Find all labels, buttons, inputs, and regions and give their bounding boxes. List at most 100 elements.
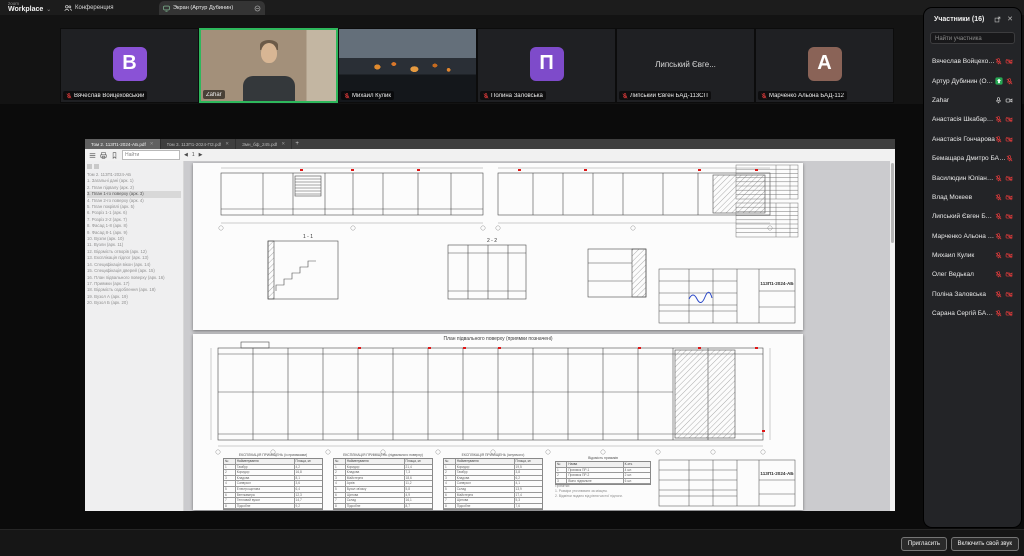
annotation-marker: [498, 347, 501, 349]
outline-item[interactable]: 20. Вузол Б (арк. 20): [87, 300, 181, 306]
pdf-tab[interactable]: Том 3. 113П1-2024-ПЗ.pdf✕: [161, 139, 237, 149]
zoom-brand-menu[interactable]: zoom Workplace ⌄: [8, 1, 51, 14]
participant-row[interactable]: Марченко Альона БАД-112: [924, 227, 1021, 246]
chevron-down-icon: ⌄: [46, 6, 51, 14]
annotation-marker: [584, 169, 587, 171]
annotation-marker: [428, 347, 431, 349]
participant-row[interactable]: Анастасія Гончарова: [924, 130, 1021, 149]
mic-muted-icon: [995, 175, 1002, 182]
annotation-marker: [417, 169, 420, 171]
zoom-topbar: zoom Workplace ⌄ Конференция Экран (Арту…: [0, 0, 1024, 15]
table-title: ЕКСПЛІКАЦІЯ ПРИМІЩЕНЬ (підвального повер…: [333, 453, 433, 458]
mic-muted-icon: [344, 93, 350, 99]
participant-name: Вячеслав Войцеховський (Я): [932, 58, 995, 65]
print-icon[interactable]: [100, 152, 107, 159]
video-tile-lypskyi[interactable]: Липський Євге... Липський Євген БАД-113С…: [616, 28, 755, 103]
participant-search-input[interactable]: Найти участника: [930, 32, 1015, 44]
mic-muted-icon: [1006, 155, 1013, 162]
participant-name: Поліна Заловська: [932, 291, 995, 298]
participant-row[interactable]: Липський Євген БАД-113СП: [924, 207, 1021, 226]
find-input[interactable]: Найти: [122, 150, 180, 160]
tile-name-label: Марченко Альона БАД-112: [769, 93, 844, 99]
participant-name: Олег Ведькал: [932, 271, 995, 278]
tile-name-label: Вячеслав Войцеховський: [74, 93, 144, 99]
participants-title: Участники (16): [934, 16, 984, 23]
floor-plan-drawing-1: 1 - 1 2 - 2 113П1-2024-АБ: [193, 163, 803, 330]
video-tile-marchenko[interactable]: А Марченко Альона БАД-112: [755, 28, 894, 103]
outline-panel: Том 2. 113П1-2024-АБ1. Загальні дані (ар…: [85, 161, 184, 511]
section-label-2: 2 - 2: [487, 238, 497, 244]
participant-row[interactable]: Бемащара Дмитро БАД-114сп: [924, 149, 1021, 168]
mic-muted-icon: [995, 194, 1002, 201]
participants-panel: Участники (16) ✕ Найти участника Вячесла…: [924, 8, 1021, 527]
mic-muted-icon: [995, 213, 1002, 220]
unmute-button[interactable]: Включить свой звук: [951, 537, 1020, 551]
next-page-button[interactable]: ▶: [199, 152, 203, 158]
participant-row[interactable]: Влад Мокеев: [924, 188, 1021, 207]
invite-button[interactable]: Пригласить: [901, 537, 947, 551]
video-tile-kulik[interactable]: Михаил Кулик: [338, 28, 477, 103]
video-tile-zalovska[interactable]: П Полина Заловська: [477, 28, 616, 103]
participant-row[interactable]: Олег Ведькал: [924, 265, 1021, 284]
annotation-marker: [463, 347, 466, 349]
participant-list: Вячеслав Войцеховський (Я) Артур Дубинин …: [924, 52, 1021, 523]
annotation-marker: [698, 347, 701, 349]
participant-row[interactable]: Михаил Кулик: [924, 246, 1021, 265]
annotation-marker: [755, 169, 758, 171]
pdf-canvas[interactable]: 1 - 1 2 - 2 113П1-2024-АБ План підвально…: [185, 161, 895, 511]
participant-name: Бемащара Дмитро БАД-114сп: [932, 155, 1006, 162]
new-tab-button[interactable]: +: [292, 139, 302, 149]
participant-row[interactable]: Артур Дубинин (Организатор): [924, 71, 1021, 90]
minus-circle-icon[interactable]: [254, 5, 261, 12]
participant-row[interactable]: Zahar: [924, 91, 1021, 110]
pdf-tab-bar: Том 2. 113П1-2024-АБ.pdf✕ Том 3. 113П1-2…: [85, 139, 895, 149]
people-icon: [64, 4, 72, 12]
prev-page-button[interactable]: ◀: [184, 152, 188, 158]
mic-muted-icon: [1006, 78, 1013, 85]
bookmark-icon[interactable]: [111, 152, 118, 159]
participant-row[interactable]: Сарана Сергій БАД-114: [924, 304, 1021, 323]
participant-name: Артур Дубинин (Организатор): [932, 78, 995, 85]
close-icon[interactable]: ✕: [281, 141, 285, 147]
shared-screen-pdf-window: Том 2. 113П1-2024-АБ.pdf✕ Том 3. 113П1-2…: [85, 139, 895, 511]
thumbnails-icon[interactable]: [87, 164, 92, 169]
annotation-marker: [638, 347, 641, 349]
close-icon[interactable]: ✕: [225, 141, 229, 147]
aux-table: Відомість приямків№НазваК-сть1Приямок ПР…: [555, 456, 651, 485]
pdf-tab[interactable]: Змн_бф_245.pdf ✕: [236, 139, 292, 149]
camera-off-icon: [1005, 136, 1013, 143]
annotation-marker: [518, 169, 521, 171]
mic-icon: [995, 97, 1002, 104]
tab-conference[interactable]: Конференция: [64, 0, 113, 15]
camera-off-icon: [1005, 58, 1013, 65]
scrollbar-thumb[interactable]: [891, 163, 894, 243]
participant-row[interactable]: Вячеслав Войцеховський (Я): [924, 52, 1021, 71]
participant-row[interactable]: Поліна Заловська: [924, 285, 1021, 304]
bookmarks-icon[interactable]: [94, 164, 99, 169]
sidebar-toggle-icon[interactable]: [89, 152, 96, 159]
mic-muted-icon: [995, 233, 1002, 240]
video-filmstrip: В Вячеслав Войцеховський Zahar Михаил Ку…: [0, 15, 1024, 104]
participant-name: Влад Мокеев: [932, 194, 995, 201]
mic-muted-icon: [995, 58, 1002, 65]
section-label-1: 1 - 1: [303, 234, 313, 240]
mic-muted-icon: [66, 93, 72, 99]
mic-muted-icon: [995, 271, 1002, 278]
scrollbar[interactable]: [890, 161, 895, 511]
close-icon[interactable]: ✕: [1007, 16, 1013, 24]
screen-share-icon: [995, 77, 1003, 85]
close-icon[interactable]: ✕: [150, 141, 154, 147]
pdf-tab-label: Змн_бф_245.pdf: [242, 142, 277, 147]
participant-row[interactable]: Анастасія Шкабарня БАД-114: [924, 110, 1021, 129]
video-tile-zahar[interactable]: Zahar: [199, 28, 338, 103]
tab-screen-share[interactable]: Экран (Артур Дубинин): [159, 1, 265, 15]
page-number[interactable]: 1: [192, 152, 195, 158]
explication-table-3: ЕКСПЛІКАЦІЯ ПРИМІЩЕНЬ (існуючого)№Наймен…: [443, 453, 543, 510]
pop-out-icon[interactable]: [994, 16, 1001, 23]
video-tile-voitsekhovskyi[interactable]: В Вячеслав Войцеховський: [60, 28, 199, 103]
pdf-tab[interactable]: Том 2. 113П1-2024-АБ.pdf✕: [85, 139, 161, 149]
annotation-marker: [762, 430, 765, 432]
explication-table-2: ЕКСПЛІКАЦІЯ ПРИМІЩЕНЬ (підвального повер…: [333, 453, 433, 510]
participant-row[interactable]: Василюдин Юліан Бад-114: [924, 168, 1021, 187]
avatar: В: [113, 46, 147, 80]
